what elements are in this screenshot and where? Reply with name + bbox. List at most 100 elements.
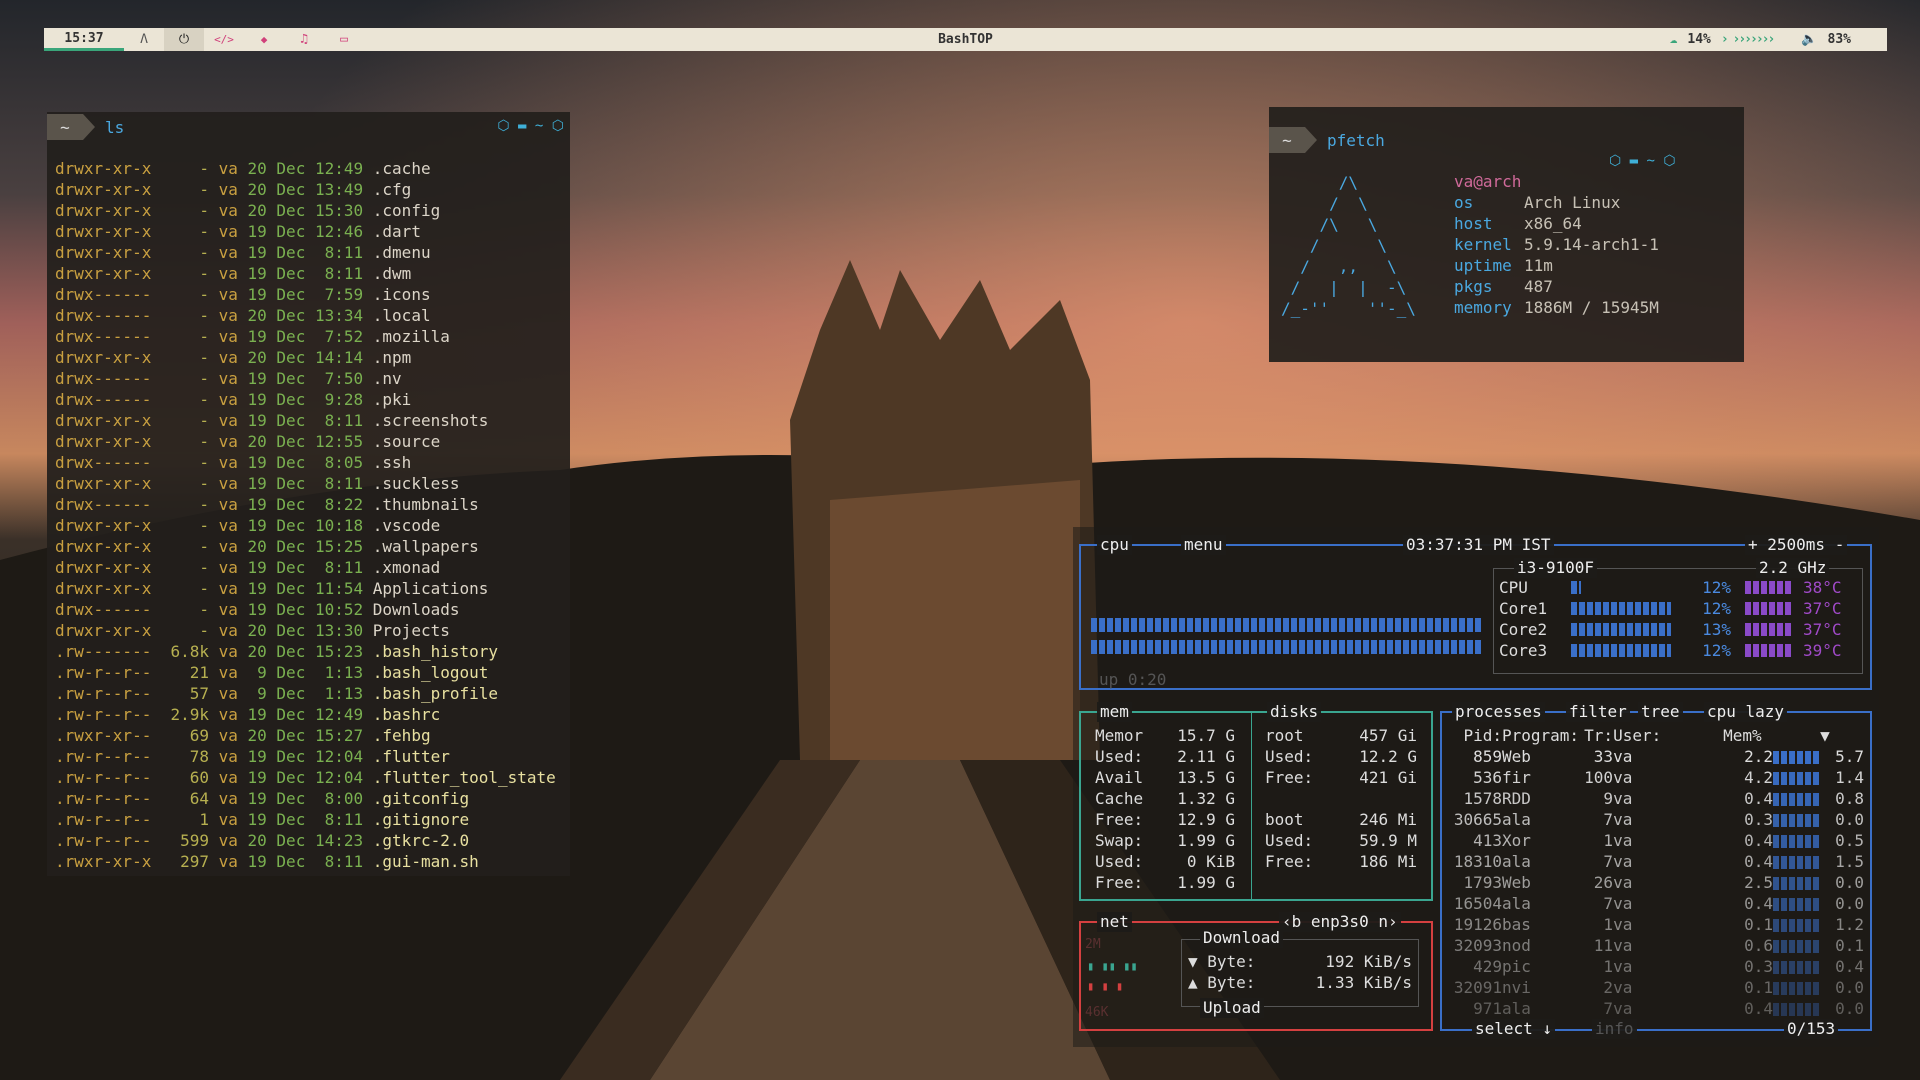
file-name[interactable]: .screenshots: [373, 411, 489, 430]
file-name[interactable]: .dart: [373, 222, 421, 241]
process-row[interactable]: 536 fir 100 va 4.2 1.4: [1450, 767, 1864, 788]
day: 19: [247, 705, 267, 724]
file-name[interactable]: .gitignore: [373, 810, 469, 829]
stat-row: Used: 59.9 M: [1265, 830, 1417, 851]
file-name[interactable]: .mozilla: [373, 327, 450, 346]
time: 14:23: [314, 831, 364, 850]
info-button[interactable]: info: [1592, 1019, 1637, 1039]
ls-listing: drwxr-xr-x - va 20 Dec 12:49 .cache drwxr…: [55, 158, 556, 872]
month: Dec: [276, 432, 306, 451]
workspace-code-icon[interactable]: </>: [204, 28, 244, 51]
process-row[interactable]: 16504 ala 7 va 0.4 0.0: [1450, 893, 1864, 914]
file-name[interactable]: .bashrc: [373, 705, 440, 724]
file-name[interactable]: .nv: [373, 369, 402, 388]
column-header[interactable]: User:: [1613, 725, 1723, 746]
file-size: -: [199, 222, 209, 241]
process-row[interactable]: 1793 Web 26 va 2.5 0.0: [1450, 872, 1864, 893]
tree-tab[interactable]: tree: [1638, 702, 1683, 722]
mem-percent: 0.0: [1835, 894, 1864, 913]
menu-tab[interactable]: menu: [1181, 535, 1226, 555]
mem-bar: [1773, 940, 1822, 953]
file-size: -: [199, 369, 209, 388]
file-name[interactable]: .dmenu: [373, 243, 431, 262]
ls-row: drwx------ - va 19 Dec 8:22 .thumbnails: [55, 494, 556, 515]
file-name[interactable]: .pki: [373, 390, 412, 409]
file-size: -: [199, 348, 209, 367]
select-button[interactable]: select ↓: [1472, 1019, 1556, 1039]
file-name[interactable]: .bash_history: [373, 642, 498, 661]
file-name[interactable]: .bash_profile: [373, 684, 498, 703]
mem-bar: [1773, 793, 1822, 806]
refresh-rate[interactable]: + 2500ms -: [1745, 535, 1848, 555]
file-name[interactable]: .dwm: [373, 264, 412, 283]
file-name[interactable]: .flutter_tool_state: [373, 768, 556, 787]
file-name[interactable]: .source: [373, 432, 440, 451]
file-size: -: [199, 474, 209, 493]
time: 12:46: [314, 222, 364, 241]
process-row[interactable]: 413 Xor 1 va 0.4 0.5: [1450, 830, 1864, 851]
core-name: Core1: [1499, 599, 1548, 618]
file-name[interactable]: .wallpapers: [373, 537, 479, 556]
bashtop-window[interactable]: cpu menu 03:37:31 PM IST + 2500ms - up 0…: [1073, 527, 1879, 1047]
file-name[interactable]: .gtkrc-2.0: [373, 831, 469, 850]
pfetch-terminal[interactable]: ~ pfetch ⬡ ▬ ~ ⬡ /\ / \ /\ \ / \ / ,, \ …: [1269, 107, 1744, 362]
processes-tab[interactable]: processes: [1452, 702, 1545, 722]
pid: 413: [1473, 831, 1502, 850]
user: va: [1613, 831, 1633, 850]
ls-terminal[interactable]: ~ ls ⬡ ▬ ~ ⬡ drwxr-xr-x - va 20 Dec 12:4…: [47, 112, 570, 876]
file-name[interactable]: Downloads: [373, 600, 460, 619]
volume-icon[interactable]: 🔈: [1801, 32, 1817, 47]
file-name[interactable]: .fehbg: [373, 726, 431, 745]
file-name[interactable]: .suckless: [373, 474, 460, 493]
stat-value: 0 KiB: [1186, 852, 1235, 871]
file-name[interactable]: Applications: [373, 579, 489, 598]
file-name[interactable]: .gui-man.sh: [373, 852, 479, 871]
process-row[interactable]: 1578 RDD 9 va 0.4 0.8: [1450, 788, 1864, 809]
cpu-tab[interactable]: cpu: [1097, 535, 1132, 555]
program: Web: [1502, 747, 1531, 766]
workspace-headphones-icon[interactable]: ♫: [284, 28, 324, 51]
file-name[interactable]: .vscode: [373, 516, 440, 535]
process-row[interactable]: 18310 ala 7 va 0.4 1.5: [1450, 851, 1864, 872]
workspace-power-icon[interactable]: ⏻: [164, 28, 204, 51]
net-graph-up: ▮ ▮ ▮: [1087, 979, 1124, 993]
process-row[interactable]: 971 ala 7 va 0.4 0.0: [1450, 998, 1864, 1019]
time: 8:11: [314, 474, 364, 493]
sort-selector[interactable]: cpu lazy: [1704, 702, 1788, 722]
column-header[interactable]: Program:: [1502, 725, 1579, 746]
stat-value: [1335, 788, 1417, 809]
file-name[interactable]: .cfg: [373, 180, 412, 199]
time: 15:30: [314, 201, 364, 220]
process-row[interactable]: 19126 bas 1 va 0.1 1.2: [1450, 914, 1864, 935]
file-name[interactable]: .icons: [373, 285, 431, 304]
file-name[interactable]: .npm: [373, 348, 412, 367]
file-name[interactable]: .thumbnails: [373, 495, 479, 514]
file-name[interactable]: .bash_logout: [373, 663, 489, 682]
file-name[interactable]: Projects: [373, 621, 450, 640]
file-name[interactable]: .xmonad: [373, 558, 440, 577]
month: Dec: [276, 180, 306, 199]
sort-arrow-icon[interactable]: ▼: [1773, 725, 1830, 746]
process-row[interactable]: 30665 ala 7 va 0.3 0.0: [1450, 809, 1864, 830]
permissions: drwxr-xr-x: [55, 432, 152, 451]
time: 1:13: [314, 663, 364, 682]
process-row[interactable]: 859 Web 33 va 2.2 5.7: [1450, 746, 1864, 767]
file-name[interactable]: .gitconfig: [373, 789, 469, 808]
file-name[interactable]: .local: [373, 306, 431, 325]
file-name[interactable]: .cache: [373, 159, 431, 178]
column-header[interactable]: Tr:: [1579, 725, 1613, 746]
file-name[interactable]: .flutter: [373, 747, 450, 766]
process-row[interactable]: 32091 nvi 2 va 0.1 0.0: [1450, 977, 1864, 998]
filter-tab[interactable]: filter: [1566, 702, 1630, 722]
process-row[interactable]: 429 pic 1 va 0.3 0.4: [1450, 956, 1864, 977]
time: 8:11: [314, 558, 364, 577]
workspace-arch-icon[interactable]: Λ: [124, 28, 164, 51]
workspace-calendar-icon[interactable]: ▭: [324, 28, 364, 51]
file-name[interactable]: .config: [373, 201, 440, 220]
column-header[interactable]: Pid:: [1450, 725, 1502, 746]
net-interface[interactable]: ‹b enp3s0 n›: [1279, 912, 1401, 932]
process-row[interactable]: 32093 nod 11 va 0.6 0.1: [1450, 935, 1864, 956]
file-name[interactable]: .ssh: [373, 453, 412, 472]
workspace-diamond-icon[interactable]: ◆: [244, 28, 284, 51]
column-header[interactable]: Mem%: [1723, 725, 1773, 746]
